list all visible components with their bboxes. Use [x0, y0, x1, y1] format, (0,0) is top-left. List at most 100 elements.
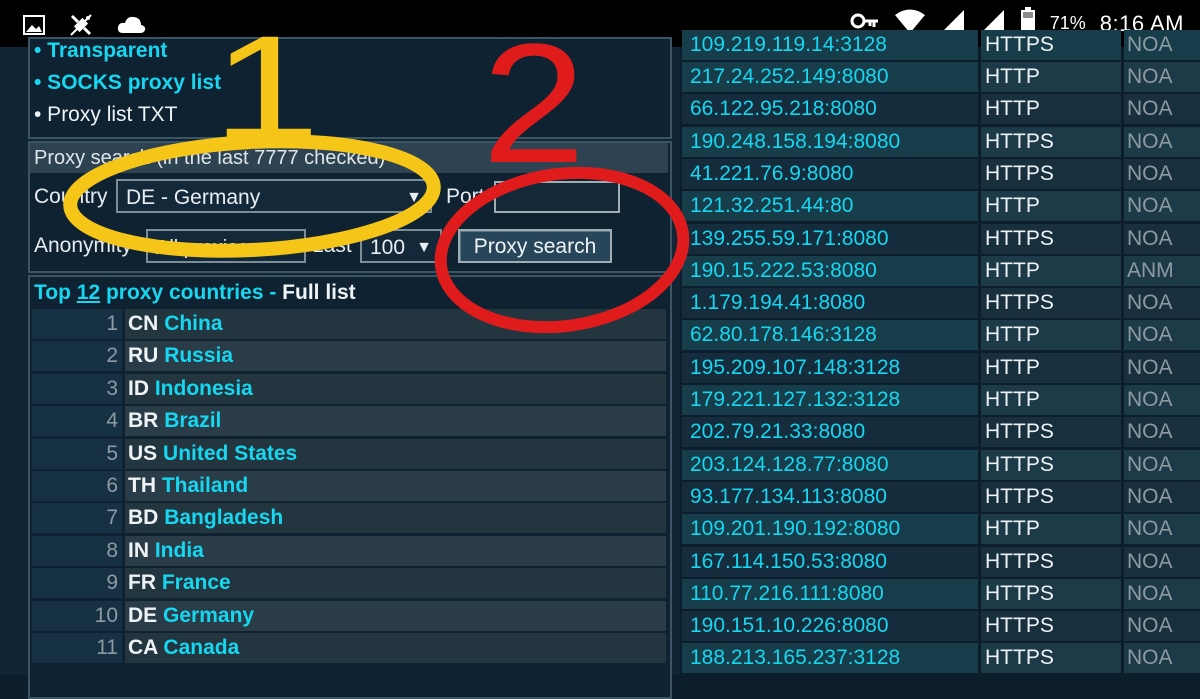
table-row[interactable]: 179.221.127.132:3128 HTTP NOA — [680, 385, 1200, 415]
proxy-anonymity: NOA — [1124, 223, 1200, 254]
country-name-cell[interactable]: CA Canada — [125, 633, 666, 663]
proxy-ip[interactable]: 66.122.95.218:8080 — [682, 94, 978, 125]
country-name-link[interactable]: India — [155, 539, 204, 562]
table-row[interactable]: 109.219.119.14:3128 HTTPS NOA — [680, 30, 1200, 60]
country-rank: 11 — [32, 633, 122, 663]
proxy-ip[interactable]: 121.32.251.44:80 — [682, 191, 978, 222]
proxy-anonymity: NOA — [1124, 320, 1200, 351]
port-input[interactable] — [494, 181, 620, 213]
table-row[interactable]: 217.24.252.149:8080 HTTP NOA — [680, 62, 1200, 92]
proxy-ip[interactable]: 203.124.128.77:8080 — [682, 449, 978, 480]
link-socks-proxy-list[interactable]: • SOCKS proxy list — [34, 71, 221, 95]
table-row[interactable]: 66.122.95.218:8080 HTTP NOA — [680, 94, 1200, 125]
port-label: Port — [446, 185, 485, 208]
country-name-link[interactable]: Bangladesh — [164, 506, 283, 529]
last-label: Last — [312, 234, 352, 257]
country-name-cell[interactable]: TH Thailand — [125, 471, 666, 501]
proxy-ip[interactable]: 188.213.165.237:3128 — [682, 643, 978, 674]
country-name-cell[interactable]: IN India — [125, 535, 666, 566]
country-name-link[interactable]: France — [162, 571, 231, 594]
last-select[interactable]: 100 ▼ — [360, 229, 442, 263]
anonymity-select-value: All proxies — [156, 237, 249, 259]
country-select[interactable]: DE - Germany ▼ — [116, 179, 432, 213]
proxy-ip[interactable]: 139.255.59.171:8080 — [682, 223, 978, 254]
proxy-protocol: HTTP — [981, 62, 1121, 92]
country-name-link[interactable]: United States — [163, 442, 297, 465]
proxy-ip[interactable]: 217.24.252.149:8080 — [682, 62, 978, 92]
link-proxy-list-txt[interactable]: • Proxy list TXT — [34, 103, 177, 127]
country-row[interactable]: 8 IN India — [32, 535, 666, 566]
proxy-ip[interactable]: 110.77.216.111:8080 — [682, 578, 978, 609]
country-name-cell[interactable]: FR France — [125, 568, 666, 599]
country-name-cell[interactable]: ID Indonesia — [125, 373, 666, 404]
proxy-protocol: HTTPS — [981, 546, 1121, 577]
table-row[interactable]: 110.77.216.111:8080 HTTPS NOA — [680, 578, 1200, 609]
country-row[interactable]: 3 ID Indonesia — [32, 373, 666, 404]
country-name-link[interactable]: Germany — [163, 604, 254, 627]
country-row[interactable]: 11 CA Canada — [32, 633, 666, 663]
country-name-link[interactable]: Thailand — [162, 474, 248, 497]
proxy-ip[interactable]: 62.80.178.146:3128 — [682, 320, 978, 351]
country-rank: 9 — [32, 568, 122, 599]
proxy-protocol: HTTPS — [981, 481, 1121, 512]
country-row[interactable]: 6 TH Thailand — [32, 471, 666, 501]
country-row[interactable]: 2 RU Russia — [32, 341, 666, 372]
proxy-ip[interactable]: 109.201.190.192:8080 — [682, 514, 978, 545]
table-row[interactable]: 139.255.59.171:8080 HTTPS NOA — [680, 223, 1200, 254]
proxy-ip[interactable]: 93.177.134.113:8080 — [682, 481, 978, 512]
country-row[interactable]: 10 DE Germany — [32, 600, 666, 631]
country-row[interactable]: 4 BR Brazil — [32, 406, 666, 437]
country-name-cell[interactable]: US United States — [125, 438, 666, 469]
proxy-ip[interactable]: 179.221.127.132:3128 — [682, 385, 978, 415]
country-name-cell[interactable]: BR Brazil — [125, 406, 666, 437]
table-row[interactable]: 203.124.128.77:8080 HTTPS NOA — [680, 449, 1200, 480]
proxy-ip[interactable]: 195.209.107.148:3128 — [682, 352, 978, 383]
proxy-ip[interactable]: 41.221.76.9:8080 — [682, 158, 978, 189]
table-row[interactable]: 62.80.178.146:3128 HTTP NOA — [680, 320, 1200, 351]
country-name-link[interactable]: China — [164, 312, 222, 335]
table-row[interactable]: 190.248.158.194:8080 HTTPS NOA — [680, 126, 1200, 157]
table-row[interactable]: 41.221.76.9:8080 HTTPS NOA — [680, 158, 1200, 189]
country-row[interactable]: 9 FR France — [32, 568, 666, 599]
country-row[interactable]: 1 CN China — [32, 309, 666, 339]
country-name-cell[interactable]: CN China — [125, 309, 666, 339]
country-row[interactable]: 7 BD Bangladesh — [32, 503, 666, 534]
proxy-ip[interactable]: 202.79.21.33:8080 — [682, 417, 978, 448]
proxy-anonymity: NOA — [1124, 352, 1200, 383]
proxy-ip[interactable]: 109.219.119.14:3128 — [682, 30, 978, 60]
proxy-protocol: HTTP — [981, 94, 1121, 125]
title-count-link[interactable]: 12 — [77, 281, 100, 304]
table-row[interactable]: 188.213.165.237:3128 HTTPS NOA — [680, 643, 1200, 674]
country-name-link[interactable]: Russia — [164, 344, 233, 367]
table-row[interactable]: 121.32.251.44:80 HTTP NOA — [680, 191, 1200, 222]
table-row[interactable]: 1.179.194.41:8080 HTTPS NOA — [680, 288, 1200, 319]
country-code: DE — [128, 603, 158, 627]
country-name-cell[interactable]: BD Bangladesh — [125, 503, 666, 534]
table-row[interactable]: 93.177.134.113:8080 HTTPS NOA — [680, 481, 1200, 512]
proxy-search-form: Proxy search (in the last 7777 checked) … — [28, 141, 672, 273]
table-row[interactable]: 190.15.222.53:8080 HTTP ANM — [680, 255, 1200, 286]
proxy-protocol: HTTPS — [981, 578, 1121, 609]
full-list-link[interactable]: Full list — [282, 281, 356, 304]
country-row[interactable]: 5 US United States — [32, 438, 666, 469]
table-row[interactable]: 109.201.190.192:8080 HTTP NOA — [680, 514, 1200, 545]
country-name-link[interactable]: Canada — [163, 636, 239, 659]
table-row[interactable]: 190.151.10.226:8080 HTTPS NOA — [680, 611, 1200, 642]
country-name-link[interactable]: Indonesia — [155, 377, 253, 400]
anonymity-select[interactable]: All proxies ▼ — [146, 229, 306, 263]
proxy-search-button[interactable]: Proxy search — [458, 229, 612, 263]
proxy-ip[interactable]: 167.114.150.53:8080 — [682, 546, 978, 577]
country-name-link[interactable]: Brazil — [164, 409, 221, 432]
proxy-ip[interactable]: 190.15.222.53:8080 — [682, 255, 978, 286]
proxy-ip[interactable]: 190.248.158.194:8080 — [682, 126, 978, 157]
table-row[interactable]: 167.114.150.53:8080 HTTPS NOA — [680, 546, 1200, 577]
table-row[interactable]: 195.209.107.148:3128 HTTP NOA — [680, 352, 1200, 383]
proxy-ip[interactable]: 190.151.10.226:8080 — [682, 611, 978, 642]
country-name-cell[interactable]: DE Germany — [125, 600, 666, 631]
proxy-ip[interactable]: 1.179.194.41:8080 — [682, 288, 978, 319]
country-name-cell[interactable]: RU Russia — [125, 341, 666, 372]
country-rank: 6 — [32, 471, 122, 501]
link-transparent[interactable]: • Transparent — [34, 39, 167, 63]
table-row[interactable]: 202.79.21.33:8080 HTTPS NOA — [680, 417, 1200, 448]
proxy-protocol: HTTP — [981, 191, 1121, 222]
